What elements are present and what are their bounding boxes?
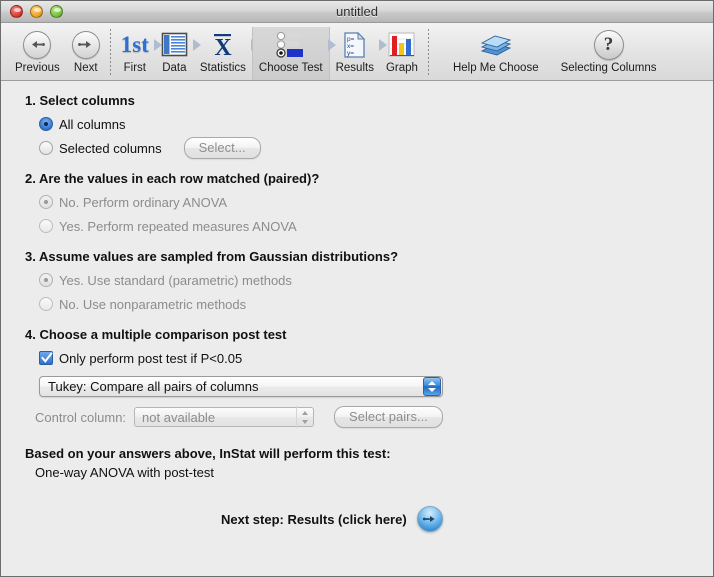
- post-test-dropdown[interactable]: Tukey: Compare all pairs of columns: [39, 376, 443, 397]
- section-select-columns: 1. Select columns All columns Selected c…: [25, 93, 713, 159]
- toolbar-item-statistics[interactable]: X Statistics: [194, 27, 259, 80]
- window-title: untitled: [336, 4, 378, 19]
- control-column-dropdown[interactable]: not available: [134, 406, 315, 428]
- window-traffic-lights: [1, 5, 63, 18]
- radio-row-nonparametric[interactable]: No. Use nonparametric methods: [39, 294, 713, 314]
- zoom-button[interactable]: [50, 5, 63, 18]
- toolbar-item-label: Data: [162, 62, 187, 74]
- section-1-heading: 1. Select columns: [25, 93, 135, 108]
- toolbar-item-label: Selecting Columns: [560, 62, 657, 74]
- radio-label: Selected columns: [59, 140, 162, 156]
- select-pairs-button[interactable]: Select pairs...: [334, 406, 443, 428]
- data-table-icon: [161, 29, 188, 60]
- checkbox-only-post-test[interactable]: [39, 351, 53, 365]
- next-step-row[interactable]: Next step: Results (click here): [221, 506, 713, 532]
- radio-row-parametric[interactable]: Yes. Use standard (parametric) methods: [39, 270, 713, 290]
- toolbar-item-selecting-columns[interactable]: ? Selecting Columns: [555, 27, 663, 80]
- radio-label: No. Perform ordinary ANOVA: [59, 194, 228, 210]
- toolbar-item-help-me-choose[interactable]: Help Me Choose: [447, 27, 545, 80]
- toolbar-item-first[interactable]: 1st First: [115, 27, 162, 80]
- books-icon: [479, 29, 513, 60]
- stepper-icon[interactable]: [296, 406, 312, 428]
- svg-text:p=: p=: [347, 36, 355, 43]
- radio-label: Yes. Perform repeated measures ANOVA: [59, 218, 297, 234]
- arrow-right-circle-icon: [71, 29, 100, 60]
- radio-all-columns[interactable]: [39, 117, 53, 131]
- main-toolbar: Previous Next 1st First Data X Statistic…: [1, 23, 713, 81]
- minimize-button[interactable]: [30, 5, 43, 18]
- test-summary: Based on your answers above, InStat will…: [25, 446, 713, 480]
- radio-label: All columns: [59, 116, 126, 132]
- radio-ordinary-anova[interactable]: [39, 195, 53, 209]
- toolbar-item-label: Results: [335, 62, 374, 74]
- radio-nonparametric[interactable]: [39, 297, 53, 311]
- toolbar-separator: [109, 29, 111, 77]
- toolbar-item-label: Next: [73, 62, 98, 74]
- toolbar-item-label: First: [123, 62, 146, 74]
- select-columns-button[interactable]: Select...: [183, 137, 261, 159]
- checkbox-row-only-post-test[interactable]: Only perform post test if P<0.05: [39, 348, 713, 368]
- summary-heading: Based on your answers above, InStat will…: [25, 446, 391, 461]
- toolbar-item-label: Previous: [15, 62, 60, 74]
- toolbar-item-previous[interactable]: Previous: [9, 27, 66, 80]
- control-column-dropdown-value: not available: [142, 409, 216, 425]
- chevron-up-icon: [301, 410, 308, 415]
- close-button[interactable]: [10, 5, 23, 18]
- section-3-heading: 3. Assume values are sampled from Gaussi…: [25, 249, 399, 264]
- toolbar-item-data[interactable]: Data: [155, 27, 201, 80]
- arrow-right-circle-icon[interactable]: [416, 506, 443, 532]
- chevron-down-icon: [428, 387, 436, 392]
- radio-parametric[interactable]: [39, 273, 53, 287]
- chevron-down-icon: [301, 419, 308, 424]
- svg-text:X: X: [214, 35, 232, 58]
- choose-test-radio-icon: [276, 29, 306, 60]
- first-1st-icon: 1st: [120, 32, 149, 57]
- radio-repeated-measures-anova[interactable]: [39, 219, 53, 233]
- section-2-heading: 2. Are the values in each row matched (p…: [25, 171, 320, 186]
- toolbar-item-next[interactable]: Next: [66, 27, 106, 80]
- radio-row-all-columns[interactable]: All columns: [39, 114, 713, 134]
- section-post-test: 4. Choose a multiple comparison post tes…: [25, 327, 713, 428]
- summary-value: One-way ANOVA with post-test: [35, 465, 214, 480]
- toolbar-item-choose-test[interactable]: Choose Test: [251, 27, 336, 80]
- checkbox-label: Only perform post test if P<0.05: [59, 350, 243, 366]
- arrow-left-circle-icon: [23, 29, 52, 60]
- radio-label: Yes. Use standard (parametric) methods: [59, 272, 292, 288]
- radio-label: No. Use nonparametric methods: [59, 296, 247, 312]
- results-document-icon: p= x= y=: [343, 29, 367, 60]
- stepper-icon[interactable]: [423, 377, 441, 396]
- toolbar-item-label: Graph: [385, 62, 418, 74]
- post-test-dropdown-value: Tukey: Compare all pairs of columns: [48, 379, 259, 394]
- toolbar-item-label: Choose Test: [258, 62, 323, 74]
- control-column-label: Control column:: [35, 409, 127, 425]
- window-titlebar[interactable]: untitled: [1, 1, 713, 23]
- application-window: untitled Previous Next 1st First Data X …: [0, 0, 714, 577]
- toolbar-item-label: Help Me Choose: [452, 62, 539, 74]
- toolbar-item-graph[interactable]: Graph: [380, 27, 424, 80]
- control-column-row: Control column: not available Select pai…: [35, 406, 713, 428]
- radio-selected-columns[interactable]: [39, 141, 53, 155]
- toolbar-item-label: Statistics: [199, 62, 246, 74]
- choose-test-panel: 1. Select columns All columns Selected c…: [1, 81, 713, 576]
- svg-text:y=: y=: [347, 50, 354, 57]
- checkmark-icon: [41, 352, 53, 363]
- toolbar-separator: [427, 29, 429, 77]
- radio-row-repeated-measures-anova[interactable]: Yes. Perform repeated measures ANOVA: [39, 216, 713, 236]
- next-step-label: Next step: Results (click here): [221, 511, 407, 527]
- radio-row-ordinary-anova[interactable]: No. Perform ordinary ANOVA: [39, 192, 713, 212]
- section-gaussian: 3. Assume values are sampled from Gaussi…: [25, 249, 713, 314]
- toolbar-item-results[interactable]: p= x= y= Results: [330, 27, 387, 80]
- svg-text:x=: x=: [347, 43, 354, 50]
- chevron-up-icon: [428, 381, 436, 386]
- x-bar-statistics-icon: X: [210, 29, 236, 60]
- bar-chart-icon: [388, 29, 416, 60]
- section-paired: 2. Are the values in each row matched (p…: [25, 171, 713, 236]
- question-mark-circle-icon: ?: [593, 29, 624, 60]
- radio-row-selected-columns[interactable]: Selected columns Select...: [39, 137, 713, 159]
- section-4-heading: 4. Choose a multiple comparison post tes…: [25, 327, 287, 342]
